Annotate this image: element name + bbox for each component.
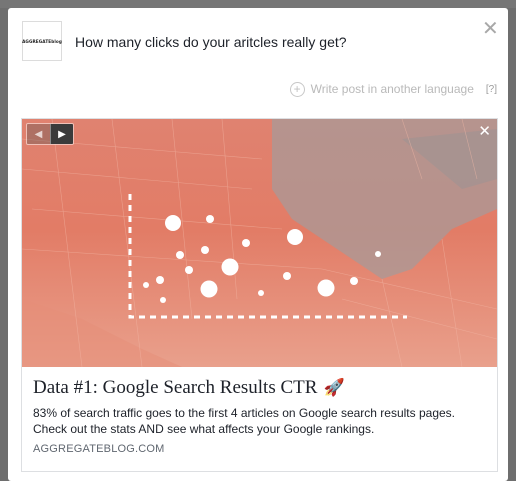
post-composer-dialog: ✕ AGGREGATEblog How many clicks do your … bbox=[8, 8, 508, 481]
page-overlay bbox=[0, 0, 516, 8]
logo-text: AGGREGATEblog bbox=[22, 38, 62, 44]
link-preview-body: Data #1: Google Search Results CTR 🚀 83%… bbox=[22, 367, 497, 471]
link-domain: AGGREGATEBLOG.COM bbox=[33, 443, 165, 455]
help-link[interactable]: [?] bbox=[486, 84, 497, 95]
post-text-input[interactable]: How many clicks do your aritcles really … bbox=[75, 34, 347, 50]
link-title-text: Data #1: Google Search Results CTR bbox=[33, 377, 318, 398]
write-in-another-language[interactable]: + Write post in another language [?] bbox=[289, 81, 497, 97]
map-illustration bbox=[22, 119, 497, 367]
link-title[interactable]: Data #1: Google Search Results CTR 🚀 bbox=[33, 377, 486, 399]
link-preview-card[interactable]: ◀ ▶ ✕ Data #1: Google Search Results CTR… bbox=[21, 118, 498, 472]
rocket-icon: 🚀 bbox=[323, 378, 345, 398]
page-avatar: AGGREGATEblog bbox=[22, 21, 62, 61]
chevron-left-icon[interactable]: ◀ bbox=[27, 124, 50, 144]
carousel-controls: ◀ ▶ bbox=[26, 123, 74, 145]
write-lang-label: Write post in another language bbox=[310, 82, 474, 96]
close-icon[interactable]: ✕ bbox=[482, 18, 499, 38]
plus-circle-icon: + bbox=[289, 81, 305, 97]
remove-preview-icon[interactable]: ✕ bbox=[478, 123, 491, 139]
chevron-right-icon[interactable]: ▶ bbox=[49, 124, 73, 144]
link-description: 83% of search traffic goes to the first … bbox=[33, 406, 455, 436]
link-preview-image: ◀ ▶ ✕ bbox=[22, 119, 497, 367]
